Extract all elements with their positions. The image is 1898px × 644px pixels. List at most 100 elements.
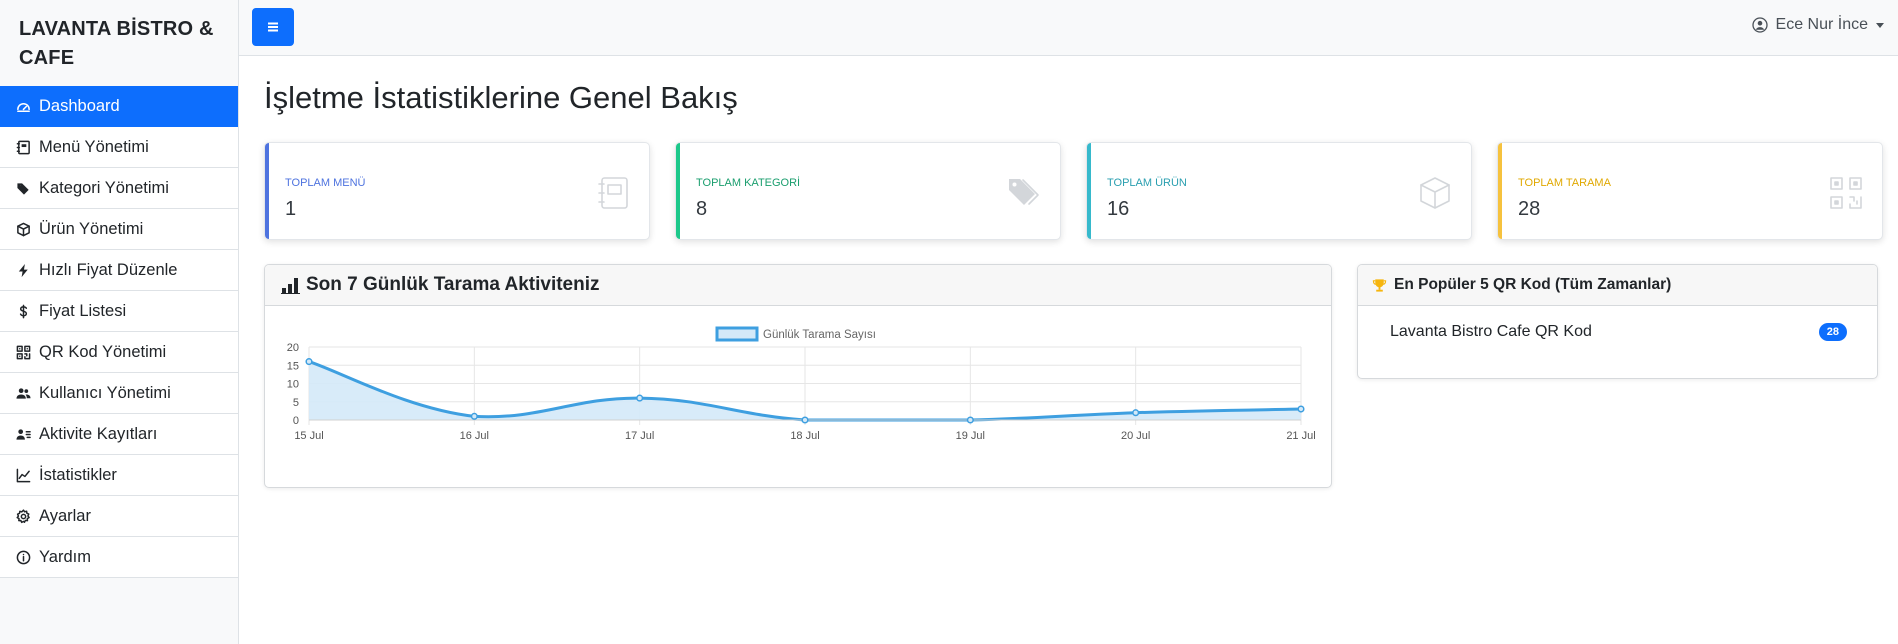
data-point <box>636 394 644 402</box>
card-header: En Popüler 5 QR Kod (Tüm Zamanlar) <box>1358 265 1877 306</box>
lightning-icon <box>15 262 31 278</box>
y-tick-label: 5 <box>293 397 299 409</box>
card-title: En Popüler 5 QR Kod (Tüm Zamanlar) <box>1394 276 1672 293</box>
sidebar-item-label: Ayarlar <box>39 506 91 525</box>
user-name: Ece Nur İnce <box>1775 16 1868 33</box>
y-tick-label: 15 <box>287 360 299 372</box>
sidebar-item-label: Kategori Yönetimi <box>39 178 169 197</box>
sidebar-item-activity-logs[interactable]: Aktivite Kayıtları <box>0 414 238 455</box>
x-tick-label: 21 Jul <box>1286 430 1315 442</box>
page-title: İşletme İstatistiklerine Genel Bakış <box>264 80 738 115</box>
list-item[interactable]: Lavanta Bistro Cafe QR Kod 28 <box>1390 323 1847 341</box>
data-point <box>1297 405 1305 413</box>
y-tick-label: 20 <box>287 342 299 354</box>
main-content: İşletme İstatistiklerine Genel Bakış TOP… <box>239 56 1898 644</box>
box-icon <box>1417 175 1453 211</box>
bar-chart-icon <box>281 278 300 294</box>
topbar: Ece Nur İnce <box>239 0 1898 56</box>
sidebar-item-label: İstatistikler <box>39 465 117 484</box>
dashboard-icon <box>15 98 31 114</box>
sidebar-item-label: Dashboard <box>39 96 120 115</box>
sidebar-item-label: Aktivite Kayıtları <box>39 424 158 443</box>
stat-card-products: TOPLAM ÜRÜN 16 <box>1086 142 1472 240</box>
qr-code-icon <box>15 344 31 360</box>
tags-icon <box>15 180 31 196</box>
sidebar-item-qr-codes[interactable]: QR Kod Yönetimi <box>0 332 238 373</box>
stat-card-categories: TOPLAM KATEGORİ 8 <box>675 142 1061 240</box>
sidebar-item-users[interactable]: Kullanıcı Yönetimi <box>0 373 238 414</box>
x-tick-label: 18 Jul <box>790 430 819 442</box>
brand-title: LAVANTA BİSTRO & CAFE <box>19 18 214 69</box>
stat-card-accent <box>1498 143 1502 239</box>
sidebar-item-statistics[interactable]: İstatistikler <box>0 455 238 496</box>
stat-value: 28 <box>1518 198 1541 220</box>
y-tick-label: 0 <box>293 415 299 427</box>
stat-label: TOPLAM KATEGORİ <box>696 177 801 189</box>
sidebar-item-products[interactable]: Ürün Yönetimi <box>0 209 238 250</box>
sidebar-item-label: Hızlı Fiyat Düzenle <box>39 260 178 279</box>
sidebar-item-menu[interactable]: Menü Yönetimi <box>0 127 238 168</box>
gear-icon <box>15 508 31 524</box>
sidebar-item-label: QR Kod Yönetimi <box>39 342 167 361</box>
user-circle-icon <box>1751 17 1768 33</box>
qr-code-icon <box>1828 175 1864 211</box>
sidebar-item-label: Menü Yönetimi <box>39 137 149 156</box>
stat-label: TOPLAM TARAMA <box>1518 177 1611 189</box>
data-point <box>966 416 974 424</box>
journal-icon <box>595 175 631 211</box>
scan-count-badge: 28 <box>1818 323 1847 341</box>
users-icon <box>15 385 31 401</box>
data-point <box>1132 409 1140 417</box>
stat-card-accent <box>1087 143 1091 239</box>
x-tick-label: 20 Jul <box>1121 430 1150 442</box>
stat-card-scans: TOPLAM TARAMA 28 <box>1497 142 1883 240</box>
legend-swatch <box>715 326 759 342</box>
data-point <box>470 412 478 420</box>
sidebar-item-quick-price[interactable]: Hızlı Fiyat Düzenle <box>0 250 238 291</box>
graph-up-icon <box>15 467 31 483</box>
popular-qr-card: En Popüler 5 QR Kod (Tüm Zamanlar) Lavan… <box>1357 264 1878 379</box>
data-point <box>305 358 313 366</box>
sidebar-item-label: Fiyat Listesi <box>39 301 127 320</box>
trophy-icon <box>1372 278 1387 292</box>
scan-activity-chart: 0 5 10 15 20 15 Jul 16 Jul 17 Jul 18 Jul 19 Jul 20… <box>287 326 1316 442</box>
stat-card-accent <box>676 143 680 239</box>
dollar-icon <box>15 303 31 319</box>
scan-activity-card: Son 7 Günlük Tarama Aktiviteniz 0 5 10 15 20… <box>264 264 1332 488</box>
x-tick-label: 16 Jul <box>460 430 489 442</box>
sidebar-nav: Dashboard Menü Yönetimi Kategori Yönetim… <box>0 86 238 578</box>
sidebar-item-settings[interactable]: Ayarlar <box>0 496 238 537</box>
stat-card-accent <box>265 143 269 239</box>
stat-card-menus: TOPLAM MENÜ 1 <box>264 142 650 240</box>
tags-icon <box>1006 175 1042 211</box>
sidebar-item-label: Ürün Yönetimi <box>39 219 144 238</box>
journal-icon <box>15 139 31 155</box>
chevron-down-icon <box>1876 22 1884 28</box>
sidebar-item-help[interactable]: Yardım <box>0 537 238 578</box>
person-lines-icon <box>15 426 31 442</box>
legend-label: Günlük Tarama Sayısı <box>763 329 876 341</box>
card-header: Son 7 Günlük Tarama Aktiviteniz <box>265 265 1331 306</box>
stat-value: 8 <box>696 198 708 220</box>
stat-label: TOPLAM MENÜ <box>285 177 366 189</box>
sidebar-item-price-list[interactable]: Fiyat Listesi <box>0 291 238 332</box>
info-circle-icon <box>15 549 31 565</box>
stat-value: 16 <box>1107 198 1130 220</box>
x-tick-label: 19 Jul <box>956 430 985 442</box>
data-point <box>801 416 809 424</box>
x-tick-label: 15 Jul <box>294 430 323 442</box>
user-menu-dropdown[interactable]: Ece Nur İnce <box>1751 16 1884 34</box>
sidebar-item-label: Yardım <box>39 547 91 566</box>
sidebar-toggle-button[interactable] <box>252 8 294 46</box>
stat-value: 1 <box>285 198 297 220</box>
x-tick-label: 17 Jul <box>625 430 654 442</box>
sidebar-item-categories[interactable]: Kategori Yönetimi <box>0 168 238 209</box>
card-title: Son 7 Günlük Tarama Aktiviteniz <box>306 274 600 295</box>
box-icon <box>15 221 31 237</box>
y-tick-label: 10 <box>287 379 299 391</box>
hamburger-icon <box>268 26 278 28</box>
stat-label: TOPLAM ÜRÜN <box>1107 177 1187 189</box>
sidebar-item-label: Kullanıcı Yönetimi <box>39 383 171 402</box>
sidebar-item-dashboard[interactable]: Dashboard <box>0 86 238 127</box>
qr-code-name: Lavanta Bistro Cafe QR Kod <box>1390 323 1592 340</box>
